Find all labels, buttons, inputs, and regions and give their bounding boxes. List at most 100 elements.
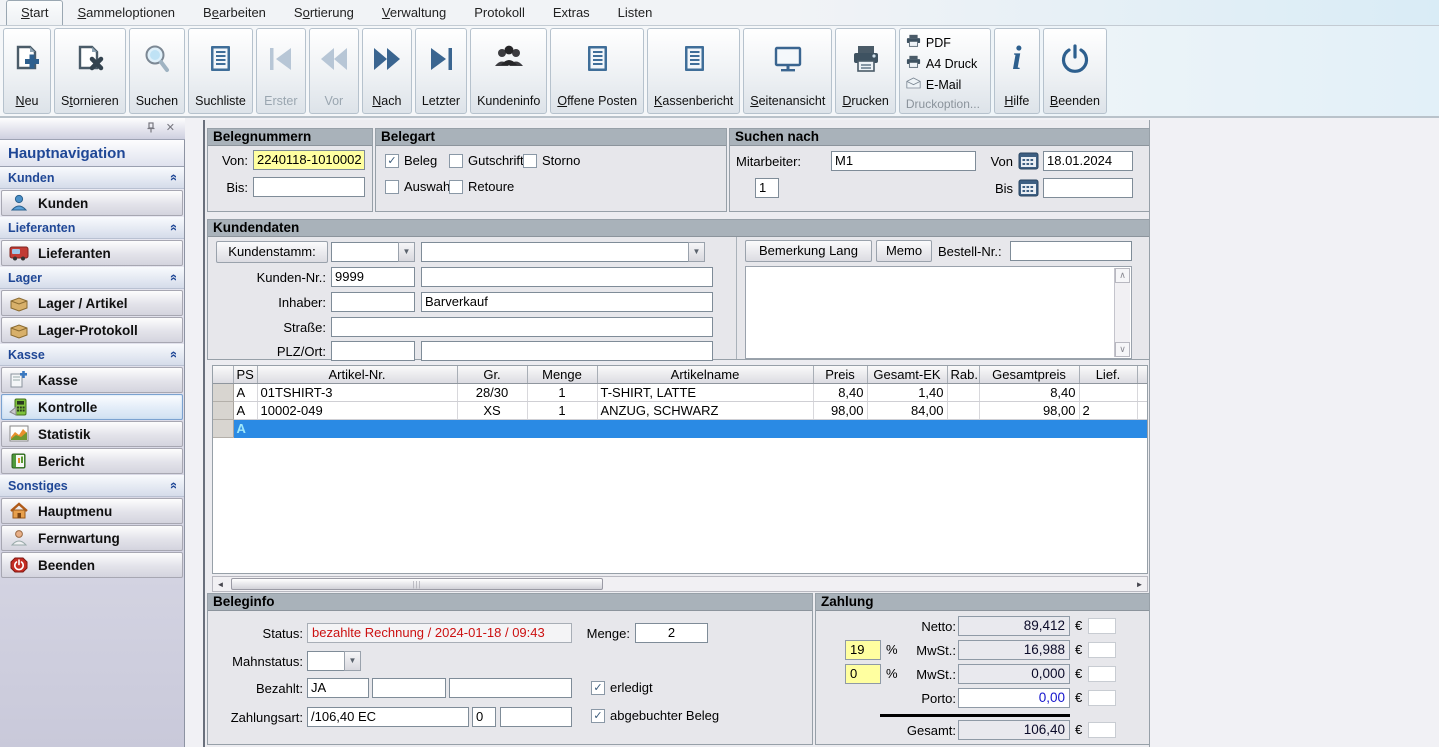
col-rab[interactable]: Rab.: [947, 366, 979, 383]
seitenansicht-button[interactable]: Seitenansicht: [743, 28, 832, 114]
letzter-button[interactable]: Letzter: [415, 28, 467, 114]
vat2-input[interactable]: 0: [845, 664, 881, 684]
sidebar-item-kunden[interactable]: Kunden: [1, 190, 183, 216]
section-lieferanten[interactable]: Lieferanten»: [0, 217, 184, 239]
auswahl-checkbox[interactable]: [385, 180, 399, 194]
zahlungsart-input-1[interactable]: /106,40 EC: [307, 707, 469, 727]
druckoption-button[interactable]: Druckoption...: [906, 96, 980, 111]
tab-bearbeiten[interactable]: Bearbeiten: [189, 1, 280, 25]
col-gr[interactable]: Gr.: [457, 366, 527, 383]
kunden-name-input[interactable]: [421, 267, 713, 287]
inhaber-input-2[interactable]: Barverkauf: [421, 292, 713, 312]
col-preis[interactable]: Preis: [813, 366, 867, 383]
sidebar-item-kasse[interactable]: Kasse: [1, 367, 183, 393]
sidebar-item-statistik[interactable]: Statistik: [1, 421, 183, 447]
mitarbeiter-input[interactable]: M1: [831, 151, 976, 171]
sidebar-item-bericht[interactable]: Bericht: [1, 448, 183, 474]
memo-button[interactable]: Memo: [876, 240, 932, 262]
kundenstamm-button[interactable]: Kundenstamm:: [216, 241, 328, 263]
gutschrift-checkbox[interactable]: [449, 154, 463, 168]
zahlungsart-input-3[interactable]: [500, 707, 572, 727]
sidebar-item-fernwartung[interactable]: Fernwartung: [1, 525, 183, 551]
bezahlt-input-2[interactable]: [372, 678, 446, 698]
vor-button[interactable]: Vor: [309, 28, 359, 114]
sidebar-item-kontrolle[interactable]: Kontrolle: [1, 394, 183, 420]
sidebar-item-lager-artikel[interactable]: Lager / Artikel: [1, 290, 183, 316]
sidebar-item-beenden[interactable]: Beenden: [1, 552, 183, 578]
col-lief[interactable]: Lief.: [1079, 366, 1137, 383]
close-icon[interactable]: ✕: [166, 123, 175, 134]
sidebar-item-lager-protokoll[interactable]: Lager-Protokoll: [1, 317, 183, 343]
hilfe-button[interactable]: i Hilfe: [994, 28, 1040, 114]
erledigt-checkbox[interactable]: ✓: [591, 681, 605, 695]
section-kasse[interactable]: Kasse»: [0, 344, 184, 366]
kundeninfo-button[interactable]: Kundeninfo: [470, 28, 547, 114]
belegnummer-bis-input[interactable]: [253, 177, 365, 197]
nach-button[interactable]: Nach: [362, 28, 412, 114]
strasse-input[interactable]: [331, 317, 713, 337]
beenden-button[interactable]: Beenden: [1043, 28, 1107, 114]
pdf-button[interactable]: PDF: [906, 33, 951, 52]
col-menge[interactable]: Menge: [527, 366, 597, 383]
table-row-selected[interactable]: A: [213, 419, 1147, 437]
porto-input[interactable]: 0,00: [958, 688, 1070, 708]
tab-extras[interactable]: Extras: [539, 1, 604, 25]
datum-bis-input[interactable]: [1043, 178, 1133, 198]
col-gesamt-ek[interactable]: Gesamt-EK: [867, 366, 947, 383]
drucken-button[interactable]: Drucken: [835, 28, 896, 114]
bezahlt-input-3[interactable]: [449, 678, 572, 698]
chevron-down-icon[interactable]: ▼: [398, 242, 415, 262]
sidebar-item-hauptmenu[interactable]: Hauptmenu: [1, 498, 183, 524]
positions-table[interactable]: PS Artikel-Nr. Gr. Menge Artikelname Pre…: [212, 365, 1148, 574]
memo-scrollbar[interactable]: ∧ ∨: [1114, 268, 1130, 357]
vat1-input[interactable]: 19: [845, 640, 881, 660]
abgebuchter-beleg-checkbox[interactable]: ✓: [591, 709, 605, 723]
table-row[interactable]: A 01TSHIRT-3 28/30 1 T-SHIRT, LATTE 8,40…: [213, 383, 1147, 401]
kassenbericht-button[interactable]: Kassenbericht: [647, 28, 740, 114]
bemerkung-lang-button[interactable]: Bemerkung Lang: [745, 240, 872, 262]
kundenstamm-select-1[interactable]: [331, 242, 399, 262]
email-button[interactable]: E-Mail: [906, 75, 961, 94]
beleg-checkbox[interactable]: ✓: [385, 154, 399, 168]
erster-button[interactable]: Erster: [256, 28, 306, 114]
suchen-button[interactable]: Suchen: [129, 28, 185, 114]
col-artikelname[interactable]: Artikelname: [597, 366, 813, 383]
pin-icon[interactable]: [146, 122, 156, 136]
calendar-icon[interactable]: [1018, 178, 1039, 197]
col-ps[interactable]: PS: [233, 366, 257, 383]
sidebar-item-lieferanten[interactable]: Lieferanten: [1, 240, 183, 266]
section-sonstiges[interactable]: Sonstiges»: [0, 475, 184, 497]
stornieren-button[interactable]: Stornieren: [54, 28, 126, 114]
scrollbar-thumb[interactable]: |||: [231, 578, 603, 590]
storno-checkbox[interactable]: [523, 154, 537, 168]
chevron-down-icon[interactable]: ▼: [688, 242, 705, 262]
neu-button[interactable]: Neu: [3, 28, 51, 114]
table-row[interactable]: A 10002-049 XS 1 ANZUG, SCHWARZ 98,00 84…: [213, 401, 1147, 419]
table-horizontal-scrollbar[interactable]: ◄ ||| ►: [212, 576, 1148, 592]
tab-verwaltung[interactable]: Verwaltung: [368, 1, 460, 25]
col-artikel-nr[interactable]: Artikel-Nr.: [257, 366, 457, 383]
scroll-right-icon[interactable]: ►: [1132, 577, 1147, 591]
tab-protokoll[interactable]: Protokoll: [460, 1, 539, 25]
kundenstamm-select-2[interactable]: [421, 242, 689, 262]
tab-sammeloptionen[interactable]: Sammeloptionen: [63, 1, 189, 25]
tab-listen[interactable]: Listen: [604, 1, 667, 25]
chevron-down-icon[interactable]: ▼: [344, 651, 361, 671]
plz-input[interactable]: [331, 341, 415, 361]
inhaber-input-1[interactable]: [331, 292, 415, 312]
kunden-nr-input[interactable]: 9999: [331, 267, 415, 287]
bestell-nr-input[interactable]: [1010, 241, 1132, 261]
tab-sortierung[interactable]: Sortierung: [280, 1, 368, 25]
bezahlt-input-1[interactable]: JA: [307, 678, 369, 698]
menge-input[interactable]: 2: [635, 623, 708, 643]
datum-von-input[interactable]: 18.01.2024: [1043, 151, 1133, 171]
offene-posten-button[interactable]: Offene Posten: [550, 28, 644, 114]
a4-druck-button[interactable]: A4 Druck: [906, 54, 977, 73]
scroll-down-icon[interactable]: ∨: [1115, 342, 1130, 357]
suchliste-button[interactable]: Suchliste: [188, 28, 253, 114]
belegnummer-von-input[interactable]: 2240118-1010002: [253, 150, 365, 170]
col-gesamtpreis[interactable]: Gesamtpreis: [979, 366, 1079, 383]
memo-textarea[interactable]: ∧ ∨: [745, 266, 1132, 359]
tab-start[interactable]: Start: [6, 0, 63, 25]
zahlungsart-input-2[interactable]: 0: [472, 707, 496, 727]
